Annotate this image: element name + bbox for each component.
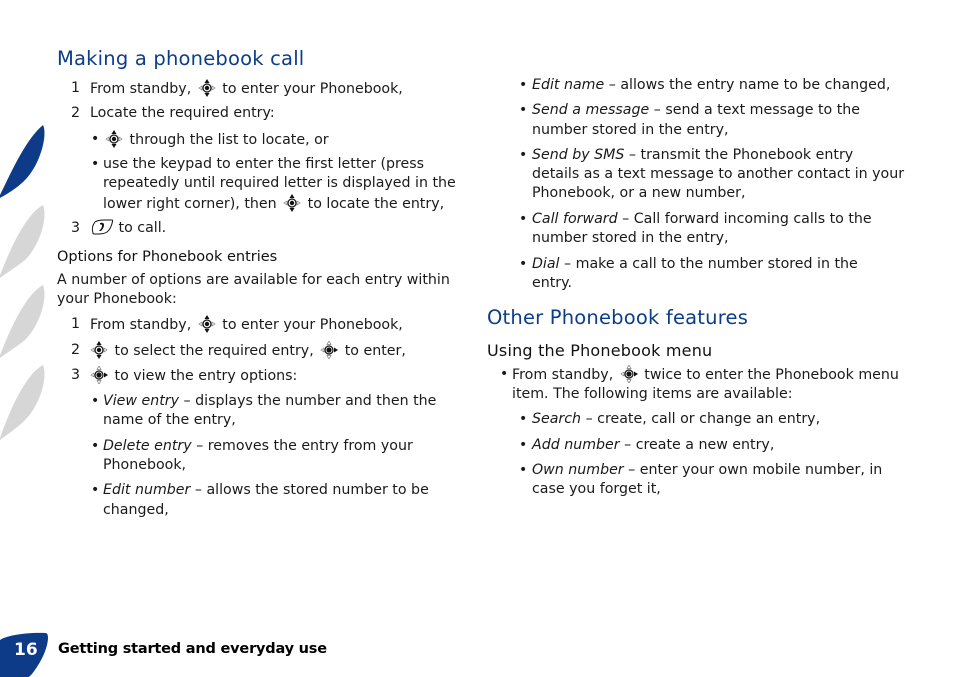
step-number: 1	[71, 316, 81, 332]
bullet-dot: •	[519, 437, 528, 453]
step-3-text: to call.	[90, 219, 166, 238]
option-send-message: Send a message – send a text message to …	[532, 102, 860, 118]
step-1-text: From standby, to enter your Phonebook,	[90, 79, 403, 97]
step-number: 3	[71, 367, 81, 383]
option-delete-entry: Delete entry – removes the entry from yo…	[103, 438, 413, 454]
nav-key-updown-icon	[282, 194, 302, 212]
chapter-title: Getting started and everyday use	[58, 641, 327, 657]
subsection-title-phonebook-menu: Using the Phonebook menu	[487, 341, 713, 360]
options-step-1-text: From standby, to enter your Phonebook,	[90, 315, 403, 333]
step-number: 2	[71, 105, 81, 121]
option-edit-name: Edit name – allows the entry name to be …	[532, 77, 891, 93]
step-number: 1	[71, 80, 81, 96]
menu-intro: From standby, twice to enter the Phonebo…	[512, 365, 899, 383]
options-step-2-text: to select the required entry, to enter,	[88, 341, 406, 361]
bullet-dot: •	[519, 77, 528, 93]
nav-key-right-icon	[619, 365, 639, 383]
option-dial-cont: entry.	[532, 275, 572, 291]
option-edit-number: Edit number – allows the stored number t…	[103, 482, 429, 498]
step-2-text: Locate the required entry:	[90, 105, 275, 121]
menu-item-own-number-cont: case you forget it,	[532, 481, 661, 497]
bullet-dot: •	[91, 131, 100, 147]
option-delete-entry-cont: Phonebook,	[103, 457, 187, 473]
bullet-keypad-line-1: use the keypad to enter the first letter…	[103, 156, 425, 172]
option-call-forward-cont: number stored in the entry,	[532, 230, 729, 246]
bullet-dot: •	[91, 156, 100, 172]
option-view-entry: View entry – displays the number and the…	[103, 393, 437, 409]
bullet-dot: •	[519, 411, 528, 427]
section-title-other-features: Other Phonebook features	[487, 306, 749, 329]
step-number: 3	[71, 220, 81, 236]
bullet-dot: •	[91, 393, 100, 409]
call-key-icon	[90, 219, 114, 235]
bullet-dot: •	[519, 211, 528, 227]
menu-item-add-number: Add number – create a new entry,	[532, 437, 775, 453]
option-send-sms-cont-1: details as a text message to another con…	[532, 166, 905, 182]
option-edit-number-cont: changed,	[103, 502, 169, 518]
option-call-forward: Call forward – Call forward incoming cal…	[532, 211, 872, 227]
bullet-keypad-line-2: repeatedly until required letter is disp…	[103, 175, 456, 191]
section-title-making-call: Making a phonebook call	[57, 47, 305, 70]
nav-key-updown-icon	[197, 315, 217, 333]
nav-key-right-icon	[89, 366, 109, 384]
leaf-grey-2	[0, 285, 45, 358]
nav-key-updown-icon	[89, 341, 109, 359]
subsection-title-options: Options for Phonebook entries	[57, 249, 278, 265]
bullet-dot: •	[91, 482, 100, 498]
option-view-entry-cont: name of the entry,	[103, 412, 236, 428]
step-number: 2	[71, 342, 81, 358]
option-send-sms-cont-2: Phonebook, or a new number,	[532, 185, 746, 201]
bullet-scroll-list: through the list to locate, or	[103, 130, 329, 150]
leaf-grey-1	[0, 205, 45, 278]
decorative-leaves	[0, 125, 45, 440]
options-intro-line-1: A number of options are available for ea…	[57, 272, 450, 288]
bullet-keypad-line-3: lower right corner), then to locate the …	[103, 194, 445, 212]
options-step-3-text: to view the entry options:	[88, 366, 297, 386]
options-intro-line-2: your Phonebook:	[57, 291, 177, 307]
bullet-dot: •	[519, 147, 528, 163]
nav-key-updown-icon	[104, 130, 124, 148]
bullet-dot: •	[500, 366, 509, 382]
bullet-dot: •	[519, 462, 528, 478]
option-send-message-cont: number stored in the entry,	[532, 122, 729, 138]
option-send-sms: Send by SMS – transmit the Phonebook ent…	[532, 147, 854, 163]
nav-key-right-icon	[319, 341, 339, 359]
bullet-dot: •	[519, 102, 528, 118]
menu-item-own-number: Own number – enter your own mobile numbe…	[532, 462, 883, 478]
option-dial: Dial – make a call to the number stored …	[532, 256, 858, 272]
bullet-dot: •	[519, 256, 528, 272]
leaf-grey-3	[0, 365, 45, 440]
bullet-dot: •	[91, 438, 100, 454]
menu-item-search: Search – create, call or change an entry…	[532, 411, 821, 427]
page-number: 16	[14, 640, 38, 660]
leaf-blue	[0, 125, 45, 198]
menu-intro-cont: item. The following items are available:	[512, 386, 793, 402]
nav-key-updown-icon	[197, 79, 217, 97]
